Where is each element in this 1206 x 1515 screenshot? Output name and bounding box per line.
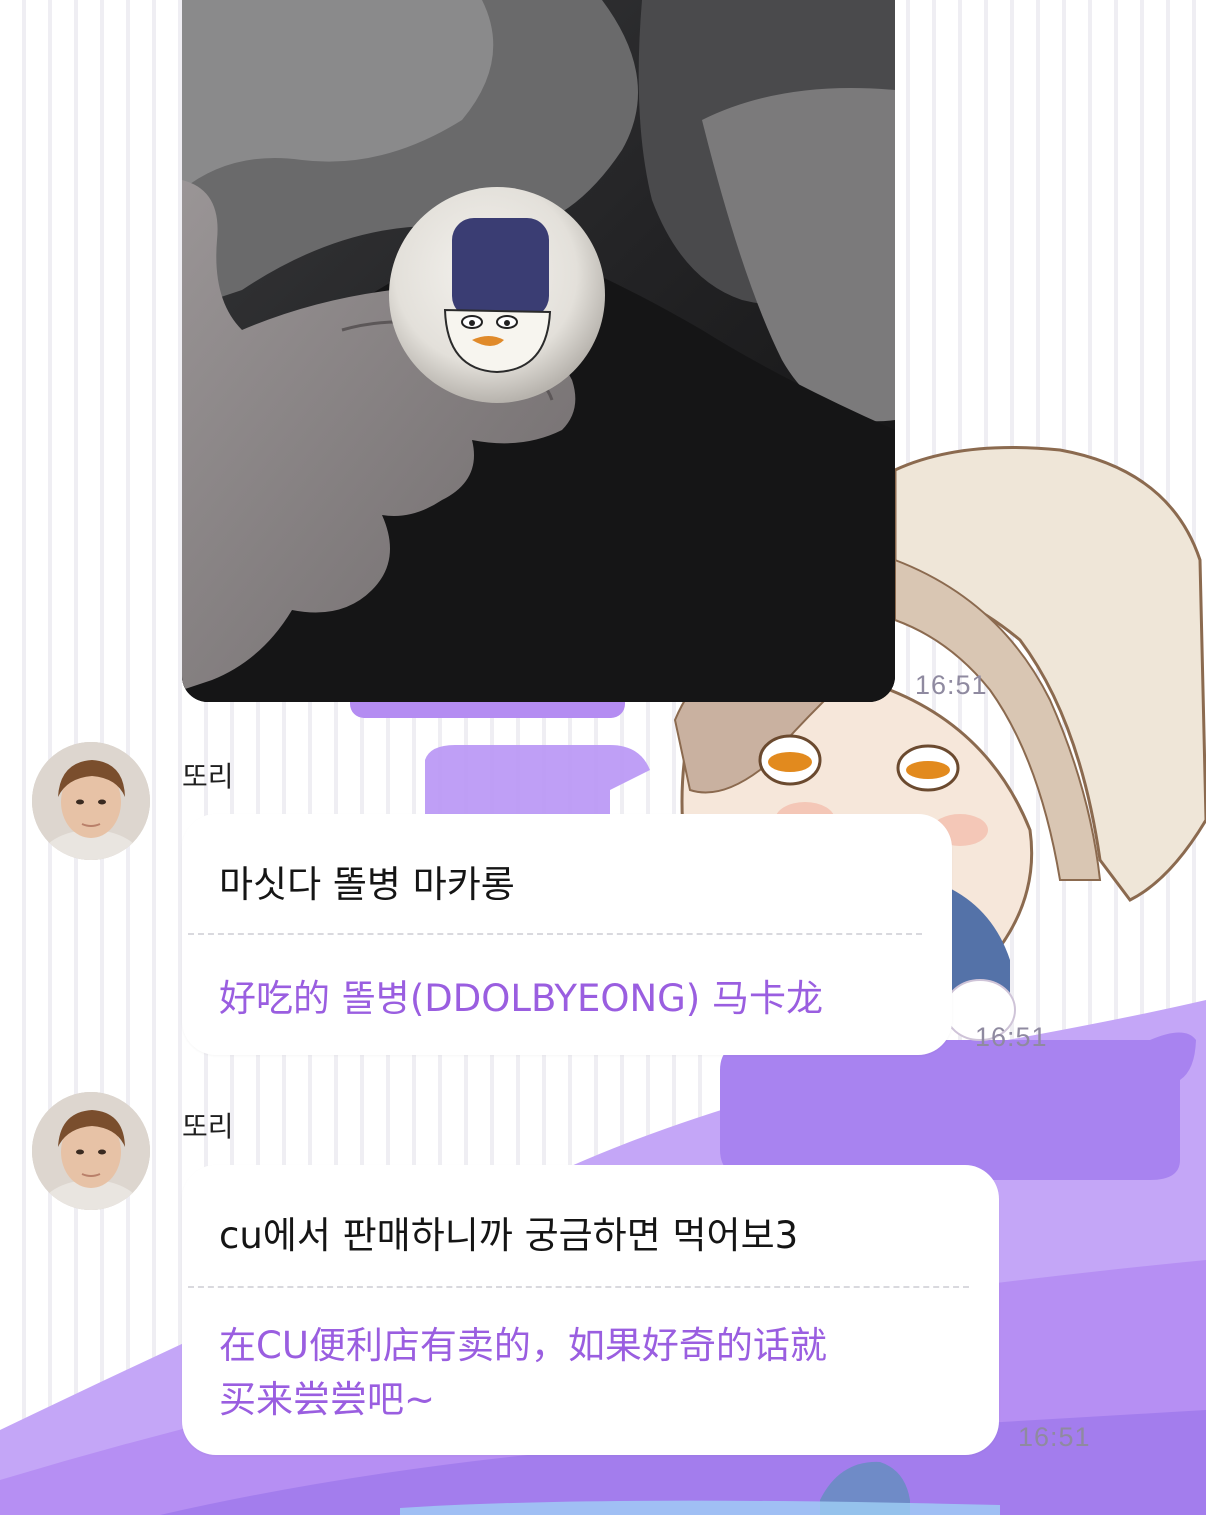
sender-name: 또리 — [182, 1110, 234, 1143]
message-translation-line-2: 买来尝尝吧~ — [219, 1378, 436, 1421]
message-translation-line-1: 在CU便利店有卖的，如果好奇的话就 — [219, 1324, 827, 1367]
translation-divider — [188, 933, 922, 935]
sender-name: 또리 — [182, 760, 234, 793]
avatar[interactable] — [32, 742, 150, 860]
message-original-text: 마싯다 똘병 마카롱 — [219, 863, 515, 906]
message-photo[interactable] — [182, 0, 895, 702]
photo-timestamp: 16:51 — [915, 670, 988, 700]
message-timestamp: 16:51 — [1018, 1422, 1091, 1452]
translation-divider — [188, 1286, 969, 1288]
avatar[interactable] — [32, 1092, 150, 1210]
avatar-image — [32, 1092, 150, 1210]
message-translation-text: 好吃的 똘병(DDOLBYEONG) 马卡龙 — [219, 977, 824, 1020]
message-bubble[interactable]: cu에서 판매하니까 궁금하면 먹어보3 在CU便利店有卖的，如果好奇的话就 买… — [182, 1165, 999, 1455]
macaron-photo-image — [182, 0, 895, 702]
message-original-text: cu에서 판매하니까 궁금하면 먹어보3 — [219, 1214, 799, 1257]
message-timestamp: 16:51 — [975, 1022, 1048, 1052]
message-bubble[interactable]: 마싯다 똘병 마카롱 好吃的 똘병(DDOLBYEONG) 马卡龙 — [182, 814, 952, 1055]
avatar-image — [32, 742, 150, 860]
